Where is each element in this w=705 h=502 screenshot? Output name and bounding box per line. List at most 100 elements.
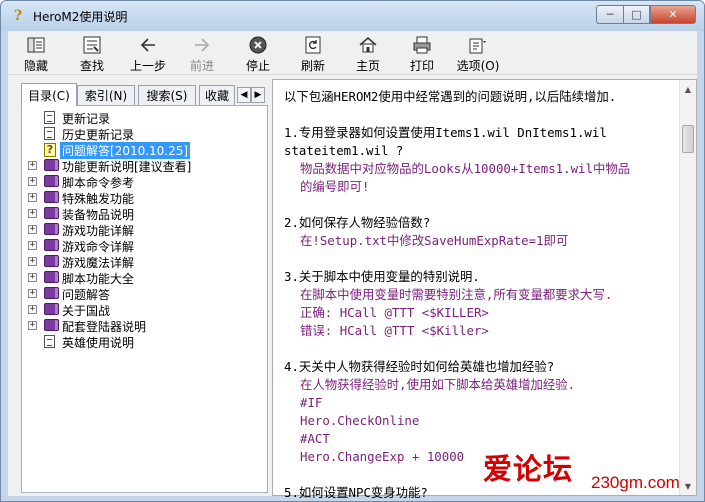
tree-item[interactable]: + 游戏功能详解 xyxy=(22,222,262,238)
answer-3-line-2: 正确: HCall @TTT <$KILLER> xyxy=(300,305,489,320)
title-bar[interactable]: ? HeroM2使用说明 ─ □ ✕ xyxy=(1,1,704,31)
tree-item-label: 配套登陆器说明 xyxy=(62,319,147,334)
maximize-button[interactable]: □ xyxy=(623,5,650,24)
chevron-right-icon: ▶ xyxy=(254,90,262,100)
options-icon xyxy=(468,35,488,55)
expand-icon[interactable]: + xyxy=(28,289,37,298)
tree-item[interactable]: + 脚本功能大全 xyxy=(22,270,262,286)
tree-item-label: 游戏魔法详解 xyxy=(62,255,135,270)
hide-icon xyxy=(26,35,46,55)
watermark-main: 爱论坛 xyxy=(483,452,574,486)
answer-2: 在!Setup.txt中修改SaveHumExpRate=1即可 xyxy=(300,233,569,248)
print-button[interactable]: 打印 xyxy=(400,35,444,73)
back-button[interactable]: 上一步 xyxy=(126,35,170,73)
content-pane: 以下包涵HEROM2使用中经常遇到的问题说明,以后陆续增加. 1.专用登录器如何… xyxy=(272,79,697,500)
tree-item[interactable]: ? 问题解答[2010.10.25] xyxy=(22,141,262,159)
tree-item[interactable]: + 功能更新说明[建议查看] xyxy=(22,158,262,174)
hide-button[interactable]: 隐藏 xyxy=(14,35,58,73)
tree-item-label: 特殊触发功能 xyxy=(62,191,135,206)
tab-search[interactable]: 搜索(S) xyxy=(138,85,196,105)
tree-item[interactable]: 更新记录 xyxy=(22,110,262,126)
toolbar: 隐藏 查找 上一步 前进 停止 刷新 主页 打印 选项(O) xyxy=(8,31,697,75)
expand-icon[interactable]: + xyxy=(28,273,37,282)
book-icon xyxy=(44,319,60,333)
tree-item[interactable]: + 脚本命令参考 xyxy=(22,174,262,190)
content-scrollbar[interactable]: ▲ ▼ xyxy=(679,80,696,495)
tree-item-label: 问题解答 xyxy=(62,287,111,302)
contents-tree: 更新记录 历史更新记录? 问题解答[2010.10.25] + 功能更新说明[建议查看]… xyxy=(21,105,268,493)
tree-item-label: 装备物品说明 xyxy=(62,207,135,222)
expand-icon[interactable]: + xyxy=(28,241,37,250)
intro-text: 以下包涵HEROM2使用中经常遇到的问题说明,以后陆续增加. xyxy=(284,89,617,104)
tree-item-label: 脚本命令参考 xyxy=(62,175,135,190)
locate-icon xyxy=(82,35,102,55)
expand-icon[interactable]: + xyxy=(28,225,37,234)
tree-item-label: 关于国战 xyxy=(62,303,111,318)
page-icon xyxy=(44,111,60,125)
app-window: ? HeroM2使用说明 ─ □ ✕ 隐藏 查找 上一步 前进 停止 刷新 主页… xyxy=(0,0,705,502)
book-icon xyxy=(44,207,60,221)
home-button[interactable]: 主页 xyxy=(346,35,390,73)
tree-item[interactable]: + 游戏命令详解 xyxy=(22,238,262,254)
tab-scroll-right-button[interactable]: ▶ xyxy=(251,87,265,103)
chevron-left-icon: ◀ xyxy=(240,90,248,100)
book-icon xyxy=(44,175,60,189)
forward-arrow-icon xyxy=(192,35,212,55)
home-icon xyxy=(358,35,378,55)
question-3: 3.关于脚本中使用变量的特别说明. xyxy=(284,269,480,284)
answer-1-line-2: 的编号即可! xyxy=(300,179,370,194)
navigation-pane: 目录(C) 索引(N) 搜索(S) 收藏 ◀ ▶ 更新记录 历史更新记录? 问题解答… xyxy=(13,79,268,494)
tree-item[interactable]: + 特殊触发功能 xyxy=(22,190,262,206)
expand-icon[interactable]: + xyxy=(28,257,37,266)
answer-4-line-3: Hero.CheckOnline xyxy=(300,413,420,428)
tree-item[interactable]: + 游戏魔法详解 xyxy=(22,254,262,270)
tree-item-label: 更新记录 xyxy=(62,111,111,126)
nav-tabs: 目录(C) 索引(N) 搜索(S) 收藏 ◀ ▶ xyxy=(21,83,268,106)
help-page-icon: ? xyxy=(44,143,60,157)
book-icon xyxy=(44,271,60,285)
tree-item[interactable]: + 装备物品说明 xyxy=(22,206,262,222)
tab-scroll-left-button[interactable]: ◀ xyxy=(237,87,251,103)
refresh-button[interactable]: 刷新 xyxy=(291,35,335,73)
forward-button[interactable]: 前进 xyxy=(180,35,224,73)
question-1-line-2: stateitem1.wil ? xyxy=(284,143,404,158)
expand-icon[interactable]: + xyxy=(28,177,37,186)
tree-item-label: 脚本功能大全 xyxy=(62,271,135,286)
expand-icon[interactable]: + xyxy=(28,305,37,314)
tab-favorites[interactable]: 收藏 xyxy=(199,85,235,105)
scroll-up-icon[interactable]: ▲ xyxy=(682,82,694,96)
book-icon xyxy=(44,159,60,173)
tree-item[interactable]: + 问题解答 xyxy=(22,286,262,302)
page-icon xyxy=(44,335,60,349)
expand-icon[interactable]: + xyxy=(28,193,37,202)
minimize-button[interactable]: ─ xyxy=(596,5,623,24)
tree-item[interactable]: 英雄使用说明 xyxy=(22,334,262,350)
stop-button[interactable]: 停止 xyxy=(236,35,280,73)
scroll-thumb[interactable] xyxy=(682,125,694,153)
window-title: HeroM2使用说明 xyxy=(33,9,128,24)
book-icon xyxy=(44,239,60,253)
locate-button[interactable]: 查找 xyxy=(70,35,114,73)
refresh-icon xyxy=(303,35,323,55)
tree-item[interactable]: + 关于国战 xyxy=(22,302,262,318)
tree-item[interactable]: + 配套登陆器说明 xyxy=(22,318,262,334)
tab-index[interactable]: 索引(N) xyxy=(77,85,135,105)
tree-item-label: 功能更新说明[建议查看] xyxy=(62,159,192,174)
expand-icon[interactable]: + xyxy=(28,209,37,218)
tab-contents[interactable]: 目录(C) xyxy=(21,83,77,106)
answer-4-line-2: #IF xyxy=(300,395,323,410)
caption-buttons: ─ □ ✕ xyxy=(596,5,696,24)
answer-1-line-1: 物品数据中对应物品的Looks从10000+Items1.wil中物品 xyxy=(300,161,631,176)
close-button[interactable]: ✕ xyxy=(650,5,696,24)
print-icon xyxy=(412,35,432,55)
tree-item[interactable]: 历史更新记录 xyxy=(22,126,262,142)
tree-item-label: 游戏功能详解 xyxy=(62,223,135,238)
book-icon xyxy=(44,303,60,317)
options-button[interactable]: 选项(O) xyxy=(454,35,502,73)
topic-content: 以下包涵HEROM2使用中经常遇到的问题说明,以后陆续增加. 1.专用登录器如何… xyxy=(284,88,676,501)
tree-item-label: 英雄使用说明 xyxy=(62,335,135,350)
expand-icon[interactable]: + xyxy=(28,321,37,330)
tree-item-label: 历史更新记录 xyxy=(62,127,135,142)
expand-icon[interactable]: + xyxy=(28,161,37,170)
back-arrow-icon xyxy=(138,35,158,55)
